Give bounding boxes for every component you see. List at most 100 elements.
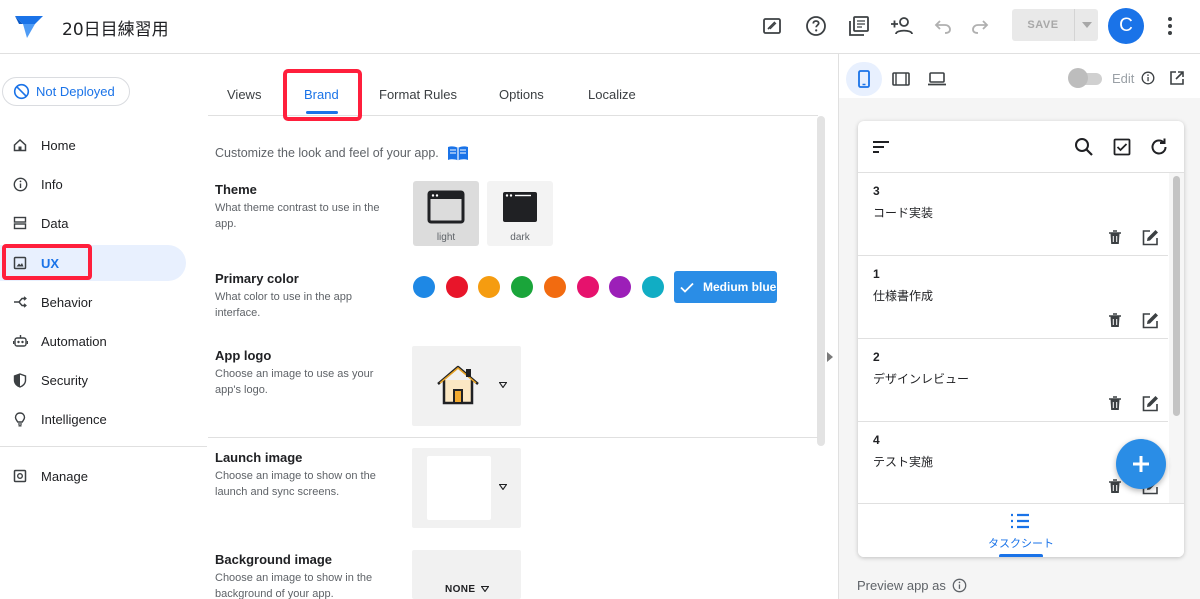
- theme-option-light[interactable]: light: [413, 181, 479, 246]
- house-logo-icon: [437, 365, 479, 405]
- sidebar-item-label: Home: [41, 137, 76, 153]
- info-icon: [12, 176, 28, 192]
- launch-image-picker[interactable]: [412, 448, 521, 528]
- save-button-label: SAVE: [1027, 19, 1059, 31]
- theme-option-dark[interactable]: dark: [487, 181, 553, 246]
- edit-icon[interactable]: [1142, 229, 1159, 246]
- app-logo-picker[interactable]: [412, 346, 521, 426]
- redo-icon[interactable]: [968, 14, 992, 38]
- select-checkbox-icon[interactable]: [1110, 135, 1134, 159]
- phone-scrollbar-thumb[interactable]: [1173, 176, 1180, 416]
- open-external-icon[interactable]: [1169, 70, 1185, 86]
- copy-app-icon[interactable]: [847, 14, 871, 38]
- sort-menu-icon[interactable]: [869, 135, 893, 159]
- list-item[interactable]: 3 コード実装: [858, 173, 1168, 256]
- smartphone-icon: [858, 70, 870, 88]
- save-button[interactable]: SAVE: [1012, 9, 1098, 41]
- sidebar-item-label: Security: [41, 372, 88, 388]
- home-icon: [12, 137, 28, 153]
- task-number: 1: [873, 267, 880, 281]
- color-swatch[interactable]: [511, 276, 533, 298]
- preview-as-info-icon[interactable]: [952, 578, 967, 593]
- task-number: 2: [873, 350, 880, 364]
- delete-icon[interactable]: [1108, 479, 1122, 494]
- help-icon[interactable]: [804, 14, 828, 38]
- color-swatch[interactable]: [413, 276, 435, 298]
- sidebar-item-behavior[interactable]: Behavior: [0, 284, 186, 320]
- bottom-tab-indicator: [999, 554, 1043, 557]
- selected-color-button[interactable]: Medium blue: [674, 271, 777, 303]
- tab-localize[interactable]: Localize: [588, 87, 636, 102]
- background-image-dropdown-icon[interactable]: [481, 586, 489, 592]
- sidebar-item-label: Automation: [41, 333, 107, 349]
- automation-icon: [12, 333, 28, 349]
- edit-mode-toggle[interactable]: [1068, 68, 1102, 88]
- shield-icon: [12, 372, 28, 388]
- content-scrollbar[interactable]: [817, 116, 825, 446]
- sidebar-item-info[interactable]: Info: [0, 166, 186, 202]
- app-title: 20日目練習用: [62, 20, 169, 40]
- phone-preview: 3 コード実装 1 仕様書作成 2 デザインレビュー 4 テスト実施 タスクシー…: [858, 121, 1184, 557]
- color-swatch[interactable]: [577, 276, 599, 298]
- delete-icon[interactable]: [1108, 313, 1122, 328]
- color-swatch[interactable]: [446, 276, 468, 298]
- sidebar-item-automation[interactable]: Automation: [0, 323, 186, 359]
- add-fab-button[interactable]: [1116, 439, 1166, 489]
- theme-option-label: dark: [510, 232, 530, 243]
- share-add-user-icon[interactable]: [890, 14, 914, 38]
- sidebar-item-manage[interactable]: Manage: [0, 458, 186, 494]
- deploy-status-label: Not Deployed: [36, 84, 115, 99]
- more-vert-icon[interactable]: [1158, 14, 1182, 38]
- sidebar-item-home[interactable]: Home: [0, 127, 186, 163]
- dark-theme-icon: [503, 192, 537, 222]
- app-logo-dropdown-icon[interactable]: [499, 382, 507, 388]
- delete-icon[interactable]: [1108, 396, 1122, 411]
- phone-scrollbar[interactable]: [1169, 173, 1184, 503]
- list-item[interactable]: 1 仕様書作成: [858, 256, 1168, 339]
- edit-label: Edit: [1112, 71, 1135, 86]
- launch-image-title: Launch image: [215, 450, 303, 465]
- list-item[interactable]: 2 デザインレビュー: [858, 339, 1168, 422]
- sidebar-item-data[interactable]: Data: [0, 205, 186, 241]
- sync-refresh-icon[interactable]: [1147, 135, 1171, 159]
- color-swatch[interactable]: [642, 276, 664, 298]
- mobile-device-button[interactable]: [846, 62, 882, 96]
- deploy-status-chip[interactable]: Not Deployed: [2, 77, 130, 106]
- brand-intro: Customize the look and feel of your app.: [215, 145, 469, 161]
- sidebar-item-intelligence[interactable]: Intelligence: [0, 401, 186, 437]
- tab-views[interactable]: Views: [227, 87, 261, 102]
- color-swatch[interactable]: [478, 276, 500, 298]
- launch-image-preview: [427, 456, 491, 520]
- bottom-tab-label[interactable]: タスクシート: [858, 535, 1184, 551]
- preview-as-label: Preview app as: [857, 578, 946, 593]
- desktop-device-button[interactable]: [919, 62, 955, 96]
- theme-desc: What theme contrast to use in the app.: [215, 202, 380, 230]
- tablet-device-button[interactable]: [883, 62, 919, 96]
- tab-options[interactable]: Options: [499, 87, 544, 102]
- list-view-icon: [1009, 512, 1031, 530]
- search-icon[interactable]: [1072, 135, 1096, 159]
- edit-icon[interactable]: [1142, 312, 1159, 329]
- tab-format-rules[interactable]: Format Rules: [379, 87, 457, 102]
- sidebar-item-security[interactable]: Security: [0, 362, 186, 398]
- task-name: テスト実施: [873, 455, 934, 469]
- color-swatch[interactable]: [609, 276, 631, 298]
- save-dropdown-icon[interactable]: [1074, 9, 1098, 41]
- preview-edit-icon[interactable]: [760, 14, 784, 38]
- launch-image-desc: Choose an image to show on the launch an…: [215, 470, 376, 498]
- appsheet-logo-icon[interactable]: [13, 10, 45, 42]
- data-icon: [12, 215, 28, 231]
- edit-icon[interactable]: [1142, 395, 1159, 412]
- undo-icon[interactable]: [931, 14, 955, 38]
- not-deployed-icon: [13, 83, 30, 100]
- task-name: 仕様書作成: [873, 289, 934, 303]
- laptop-icon: [928, 72, 946, 86]
- edit-info-icon[interactable]: [1141, 71, 1155, 85]
- delete-icon[interactable]: [1108, 230, 1122, 245]
- collapse-panel-icon[interactable]: [826, 352, 834, 362]
- color-swatch[interactable]: [544, 276, 566, 298]
- launch-image-dropdown-icon[interactable]: [499, 484, 507, 490]
- avatar[interactable]: C: [1108, 8, 1144, 44]
- primary-color-title: Primary color: [215, 271, 299, 286]
- docs-book-icon[interactable]: [447, 145, 469, 161]
